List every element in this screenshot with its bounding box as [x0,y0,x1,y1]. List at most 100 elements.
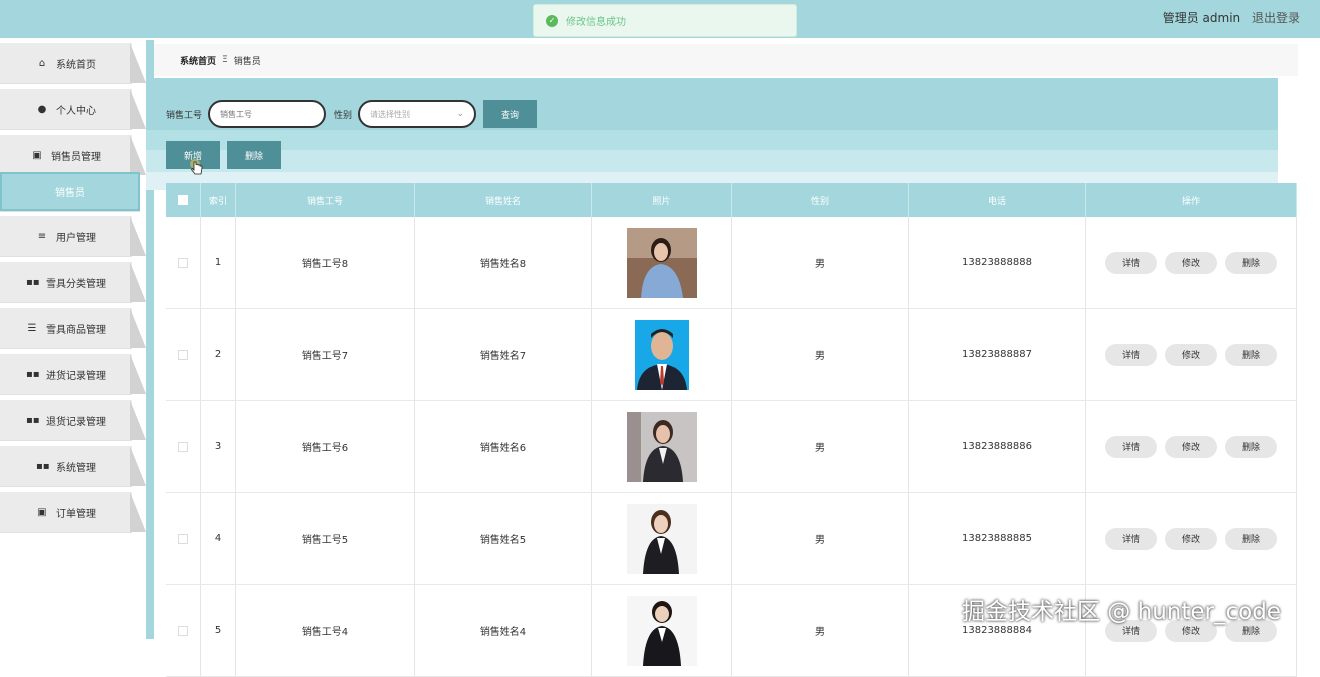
detail-button[interactable]: 详情 [1105,343,1157,366]
sidebar: ⌂ 系统首页 ● 个人中心 ▣ 销售员管理 销售员 ≡ 用户管理 ▪▪ 雪具分类管理 ☰ 雪… [0,40,148,639]
grid-icon: ▪▪ [26,368,40,380]
row-phone: 13823888887 [909,309,1086,400]
gender-select-placeholder: 请选择性别 [370,109,411,119]
sliders-icon: ☰ [27,322,37,334]
salesperson-photo [626,503,697,574]
salesperson-photo [634,319,689,390]
query-button[interactable]: 查询 [483,100,538,128]
sidebar-item-system[interactable]: ▪▪ 系统管理 [0,446,147,486]
sidebar-item-salesperson[interactable]: 销售员 [0,172,147,212]
row-phone: 13823888885 [909,493,1086,584]
row-checkbox[interactable] [178,257,188,268]
sidebar-item-label: 用户管理 [56,232,96,244]
delete-button[interactable]: 删除 [1225,343,1277,366]
breadcrumb-home[interactable]: 系统首页 [180,54,216,67]
gender-label: 性别 [334,110,353,121]
breadcrumb: 系统首页 Ξ 销售员 [154,44,1298,76]
success-toast: ✓ 修改信息成功 [533,4,797,37]
row-index: 2 [201,309,236,400]
sales-id-label: 销售工号 [166,110,203,121]
list-icon: ≡ [37,230,47,242]
row-gender: 男 [732,493,909,584]
row-sales-id: 销售工号8 [236,217,415,308]
row-sales-name: 销售姓名5 [415,493,592,584]
check-circle-icon: ✓ [546,14,558,27]
edit-button[interactable]: 修改 [1165,251,1217,274]
user-area: 管理员 admin 退出登录 [1163,9,1300,26]
sidebar-item-home[interactable]: ⌂ 系统首页 [0,43,147,83]
table-row: 4 销售工号5 销售姓名5 男 13823888885 详情 修改 删除 [166,493,1297,585]
sidebar-item-gear-category[interactable]: ▪▪ 雪具分类管理 [0,262,147,302]
table-row: 2 销售工号7 销售姓名7 男 13823888887 详情 修改 删除 [166,309,1297,401]
row-gender: 男 [732,217,909,308]
detail-button[interactable]: 详情 [1105,435,1157,458]
edit-button[interactable]: 修改 [1165,527,1217,550]
header-index: 索引 [201,183,236,217]
home-icon: ⌂ [38,57,46,69]
sidebar-item-label: 系统管理 [56,462,96,474]
row-phone: 13823888888 [909,217,1086,308]
batch-delete-button[interactable]: 删除 [227,141,281,169]
edit-button[interactable]: 修改 [1165,343,1217,366]
table-row: 1 销售工号8 销售姓名8 男 13823888888 详情 修改 删除 [166,217,1297,309]
main-content: 系统首页 Ξ 销售员 销售工号 性别 请选择性别 ⌄ 查询 新增 删除 索引 销… [146,40,1320,677]
sidebar-item-label: 销售员 [55,188,85,199]
select-all-cell [166,183,201,217]
row-sales-id: 销售工号7 [236,309,415,400]
detail-button[interactable]: 详情 [1105,251,1157,274]
logout-link[interactable]: 退出登录 [1252,11,1300,25]
breadcrumb-separator: Ξ [222,55,228,65]
row-phone: 13823888886 [909,401,1086,492]
delete-button[interactable]: 删除 [1225,435,1277,458]
salesperson-photo [626,227,697,298]
breadcrumb-current: 销售员 [233,56,261,67]
delete-button[interactable]: 删除 [1225,527,1277,550]
row-gender: 男 [732,401,909,492]
sidebar-item-label: 退货记录管理 [46,416,106,428]
row-sales-name: 销售姓名8 [415,217,592,308]
add-button[interactable]: 新增 [166,141,220,175]
sidebar-item-gear-products[interactable]: ☰ 雪具商品管理 [0,308,147,348]
row-gender: 男 [732,585,909,676]
row-index: 3 [201,401,236,492]
detail-button[interactable]: 详情 [1105,527,1157,550]
toast-message: 修改信息成功 [566,17,626,28]
edit-button[interactable]: 修改 [1165,435,1217,458]
sidebar-item-return-records[interactable]: ▪▪ 退货记录管理 [0,400,147,440]
sidebar-item-purchase-records[interactable]: ▪▪ 进货记录管理 [0,354,147,394]
sidebar-item-sales-management[interactable]: ▣ 销售员管理 [0,135,147,175]
row-sales-id: 销售工号6 [236,401,415,492]
sidebar-item-label: 进货记录管理 [46,370,106,382]
gender-select[interactable]: 请选择性别 ⌄ [358,100,477,128]
clipboard-icon: ▣ [37,506,47,518]
row-sales-name: 销售姓名7 [415,309,592,400]
sidebar-item-label: 雪具商品管理 [46,324,106,336]
header-gender: 性别 [732,183,909,217]
row-sales-id: 销售工号4 [236,585,415,676]
watermark: 掘金技术社区 @ hunter_code [962,599,1281,625]
action-bar: 新增 删除 [166,141,281,175]
sidebar-item-orders[interactable]: ▣ 订单管理 [0,492,147,532]
row-sales-name: 销售姓名6 [415,401,592,492]
row-checkbox[interactable] [178,441,188,452]
header-photo: 照片 [592,183,732,217]
header-phone: 电话 [909,183,1086,217]
row-sales-name: 销售姓名4 [415,585,592,676]
sidebar-item-users[interactable]: ≡ 用户管理 [0,216,147,256]
sidebar-item-label: 系统首页 [56,59,96,71]
user-icon: ● [37,103,47,115]
sidebar-item-label: 订单管理 [56,508,96,520]
chevron-down-icon: ⌄ [456,109,465,119]
sidebar-item-label: 个人中心 [56,105,96,117]
delete-button[interactable]: 删除 [1225,251,1277,274]
row-index: 4 [201,493,236,584]
row-checkbox[interactable] [178,625,188,636]
row-checkbox[interactable] [178,349,188,360]
sales-id-input[interactable] [208,100,327,128]
select-all-checkbox[interactable] [178,195,188,205]
row-checkbox[interactable] [178,533,188,544]
sidebar-item-profile[interactable]: ● 个人中心 [0,89,147,129]
grid-icon: ▪▪ [36,460,50,472]
grid-icon: ▪▪ [26,276,40,288]
header-sales-name: 销售姓名 [415,183,592,217]
